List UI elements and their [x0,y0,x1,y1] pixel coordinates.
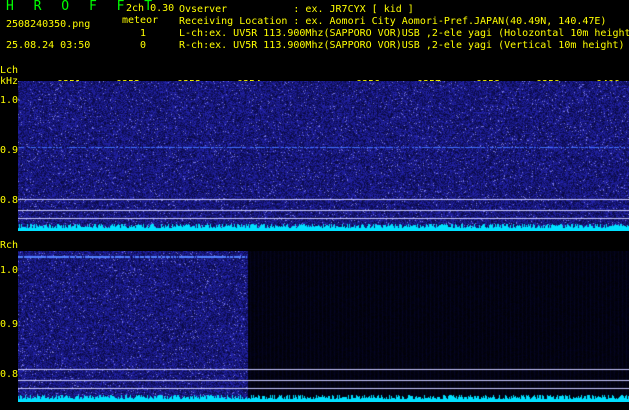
datetime: 25.08.24 03:50 [6,40,91,51]
lch-tick-1-0: 1.0 [0,95,19,106]
rch-spectrogram [18,251,629,402]
lch-spectrogram [18,81,629,231]
rch-tick-0-8: 0.8 [0,369,19,380]
observer-line: Ovserver : ex. JR7CYX [ kid ] [179,4,414,15]
rch-info-line: R-ch:ex. UV5R 113.900Mhz(SAPPORO VOR)USB… [179,40,625,51]
mode-label: 2ch 0.30 [126,3,175,14]
meteor-count-r: 0 [140,40,147,51]
rch-tick-0-9: 0.9 [0,319,19,330]
lch-info-line: L-ch:ex. UV5R 113.900Mhz(SAPPORO VOR)USB… [179,28,629,39]
hroft-window: H R O F F T 2ch 0.30 2508240350.png mete… [0,0,629,410]
rch-tick-1-0: 1.0 [0,265,19,276]
meteor-count-l: 1 [140,28,147,39]
lch-label: Lch [0,65,19,76]
lch-unit: kHz [0,76,19,87]
meteor-label: meteor [122,15,159,26]
lch-tick-0-8: 0.8 [0,195,19,206]
rch-label: Rch [0,240,19,251]
filename: 2508240350.png [6,19,91,30]
location-line: Receiving Location : ex. Aomori City Aom… [179,16,607,27]
lch-tick-0-9: 0.9 [0,145,19,156]
